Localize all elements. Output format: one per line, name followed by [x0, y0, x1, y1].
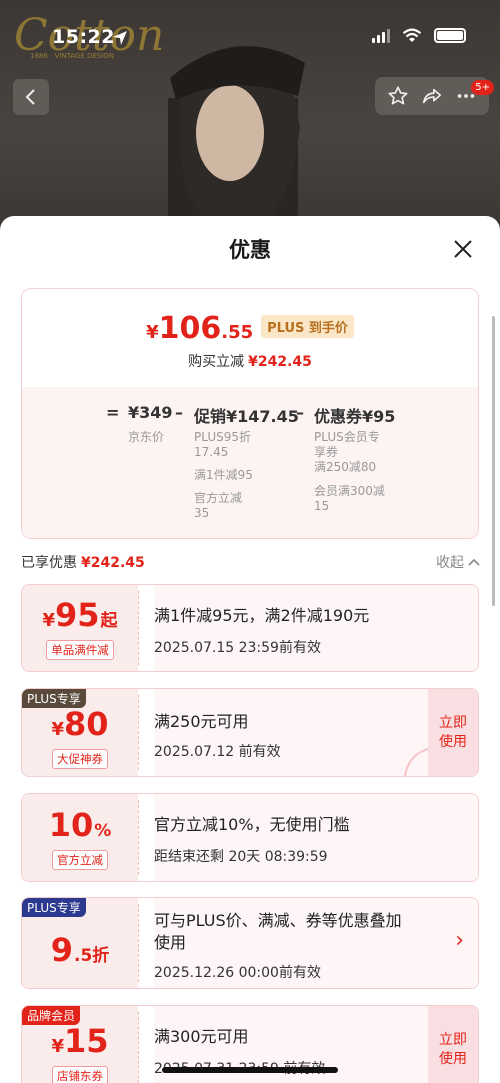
enjoyed-discount: 已享优惠 ¥242.45: [21, 552, 145, 572]
coupon-title: 满300元可用: [154, 1027, 249, 1046]
discount-sheet: 优惠 ¥ 106 .55 PLUS 到手价 购买立减 ¥242.45 = ¥349…: [0, 216, 500, 1083]
cart-count-badge: 5+: [471, 80, 494, 95]
promo-detail: 官方立减 35: [194, 491, 243, 520]
coupon-divider: [138, 591, 139, 665]
product-image-area: Cotton 1886 · VINTAGE DESIGN 15:22 5+: [0, 0, 500, 240]
buy-reduce-value: ¥242.45: [248, 354, 312, 370]
status-time: 15:22: [52, 26, 115, 48]
cellular-signal-icon: [372, 28, 390, 43]
coupon-divider: [138, 695, 139, 770]
final-price: ¥ 106 .55 PLUS 到手价: [22, 311, 478, 346]
final-price-symbol: ¥: [146, 322, 159, 343]
enjoyed-value: ¥242.45: [81, 555, 145, 571]
coupon-type-tag: 大促神券: [52, 748, 108, 769]
coupon-title: 满250元可用: [154, 712, 249, 731]
final-price-decimal: .55: [221, 322, 254, 343]
collapse-button[interactable]: 收起: [436, 552, 480, 572]
coupon-suffix: .5折: [73, 946, 110, 966]
formula-minus-1: –: [175, 403, 183, 422]
plus-price-tag: PLUS 到手价: [261, 315, 354, 338]
coupon-detail: PLUS会员专 享券 满250减80: [314, 430, 380, 474]
coupon-amount: 9: [50, 931, 73, 969]
coupon-title: 满1件减95元，满2件减190元: [154, 606, 370, 625]
use-now-button[interactable]: 立即 使用: [428, 1006, 478, 1083]
coupon-divider: [138, 1012, 139, 1083]
sheet-title: 优惠: [229, 238, 271, 262]
jd-price-label: 京东价: [128, 430, 165, 444]
price-summary-card: ¥ 106 .55 PLUS 到手价 购买立减 ¥242.45 = ¥349 – …: [21, 288, 479, 539]
coupon-amount: 15: [64, 1022, 109, 1060]
brand-logo-sub: 1886 · VINTAGE DESIGN: [30, 52, 115, 60]
coupon-amount: 95: [55, 596, 100, 634]
coupon-detail: 会员满300减 15: [314, 484, 385, 513]
product-photo: [168, 46, 305, 240]
price-breakdown: = ¥349 – 促销¥147.45 – 优惠券¥95 京东价 PLUS95折 …: [22, 387, 478, 538]
formula-equals: =: [106, 403, 120, 422]
coupon-divider: [138, 800, 139, 875]
coupon-expiry: 2025.07.12 前有效: [154, 744, 281, 760]
use-now-button[interactable]: 立即 使用: [428, 689, 478, 776]
wifi-icon: [402, 28, 422, 42]
formula-coupon: 优惠券¥95: [314, 407, 396, 426]
collapse-label: 收起: [436, 555, 464, 571]
coupon-suffix: %: [94, 820, 112, 841]
close-icon[interactable]: [452, 238, 474, 260]
final-price-integer: 106: [158, 311, 222, 346]
coupon-card[interactable]: 10 % 官方立减 官方立减10%，无使用门槛 距结束还剩 20天 08:39:…: [21, 793, 479, 882]
enjoyed-label: 已享优惠: [21, 555, 77, 571]
formula-minus-2: –: [296, 403, 304, 422]
back-button[interactable]: [13, 79, 49, 115]
scrollbar[interactable]: [492, 316, 495, 606]
brand-member-badge: 品牌会员: [22, 1006, 81, 1025]
share-icon[interactable]: [421, 85, 443, 107]
plus-exclusive-badge: PLUS专享: [22, 689, 86, 708]
chevron-up-icon: [468, 558, 480, 566]
chevron-right-icon[interactable]: ›: [455, 928, 464, 953]
chevron-left-icon: [25, 89, 35, 105]
coupon-symbol: ¥: [51, 1036, 64, 1057]
coupon-amount: 80: [64, 704, 109, 743]
location-arrow-icon: [113, 31, 127, 45]
coupon-value: ¥ 95 起 单品满件减: [22, 585, 138, 671]
coupon-symbol: ¥: [42, 610, 55, 631]
coupon-amount: 10: [48, 805, 94, 844]
promo-detail: PLUS95折 17.45: [194, 430, 251, 459]
coupon-type-tag: 单品满件减: [46, 640, 114, 660]
favorite-star-icon[interactable]: [387, 85, 409, 107]
coupon-card[interactable]: PLUS专享 9 .5折 可与PLUS价、满减、券等优惠叠加 使用 2025.1…: [21, 897, 479, 989]
buy-reduce-label: 购买立减: [188, 354, 245, 370]
coupon-expiry: 2025.07.15 23:59前有效: [154, 640, 321, 656]
promo-detail: 满1件减95: [194, 468, 253, 482]
coupon-card[interactable]: PLUS专享 ¥ 80 大促神券 满250元可用 2025.07.12 前有效 …: [21, 688, 479, 777]
coupon-symbol: ¥: [51, 718, 64, 740]
formula-promo: 促销¥147.45: [194, 407, 299, 426]
home-indicator[interactable]: [162, 1067, 338, 1073]
coupon-suffix: 起: [100, 611, 118, 631]
coupon-title: 官方立减10%，无使用门槛: [154, 815, 350, 834]
coupon-card[interactable]: ¥ 95 起 单品满件减 满1件减95元，满2件减190元 2025.07.15…: [21, 584, 479, 672]
coupon-expiry: 2025.12.26 00:00前有效: [154, 965, 321, 981]
formula-jd-price: ¥349: [128, 403, 173, 422]
plus-exclusive-badge: PLUS专享: [22, 898, 86, 917]
coupon-value: 10 % 官方立减: [22, 794, 138, 881]
coupon-divider: [138, 904, 139, 982]
coupon-type-tag: 店铺东券: [52, 1066, 108, 1083]
status-icons: [372, 28, 466, 43]
battery-icon: [434, 28, 466, 43]
coupon-countdown: 距结束还剩 20天 08:39:59: [154, 849, 328, 865]
coupon-title: 可与PLUS价、满减、券等优惠叠加 使用: [154, 911, 402, 952]
buy-reduce-row: 购买立减 ¥242.45: [22, 351, 478, 371]
coupon-type-tag: 官方立减: [52, 849, 108, 870]
